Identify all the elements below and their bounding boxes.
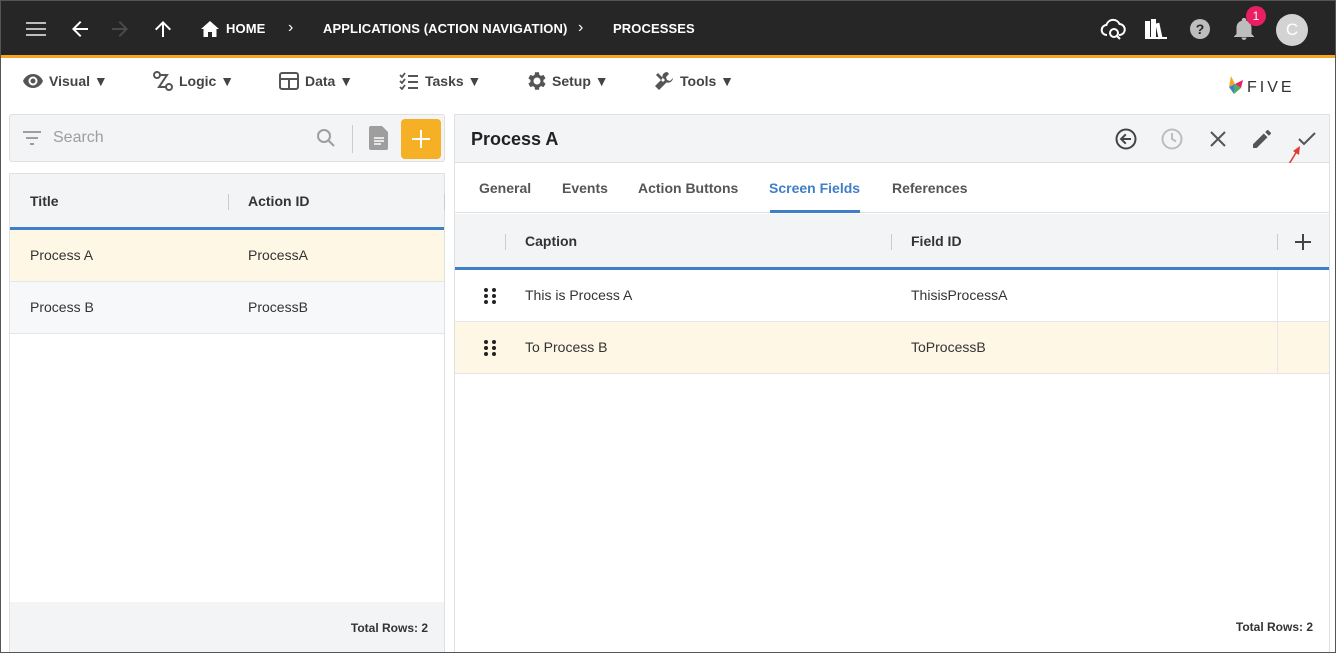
breadcrumb-chevron-icon: ›	[288, 19, 294, 36]
app-window: HOME › APPLICATIONS (ACTION NAVIGATION) …	[0, 0, 1336, 653]
notification-badge: 1	[1246, 6, 1266, 26]
menu-tasks-label: Tasks ▼	[425, 73, 482, 89]
column-divider	[1277, 234, 1278, 250]
page-title: Process A	[471, 129, 559, 149]
row-caption: To Process B	[525, 339, 608, 355]
menu-setup[interactable]: Setup ▼	[526, 66, 609, 96]
search-bar	[9, 114, 445, 162]
column-divider	[444, 194, 445, 210]
logic-flow-icon	[153, 71, 173, 91]
column-header-caption[interactable]: Caption	[525, 233, 577, 249]
total-rows-label: Total Rows: 2	[350, 621, 428, 635]
library-books-icon[interactable]	[1141, 14, 1171, 44]
row-action-id: ProcessA	[248, 247, 308, 263]
tab-action-buttons[interactable]: Action Buttons	[638, 180, 738, 196]
home-icon[interactable]	[195, 14, 225, 44]
filter-icon[interactable]	[22, 130, 42, 151]
search-divider	[352, 125, 353, 153]
checklist-icon	[399, 72, 419, 90]
up-arrow-icon[interactable]	[148, 14, 178, 44]
row-field-id: ThisisProcessA	[911, 287, 1008, 303]
active-tab-indicator	[770, 210, 860, 213]
close-icon[interactable]	[1204, 125, 1232, 153]
drag-handle-icon[interactable]	[482, 286, 498, 306]
table-row[interactable]: Process A ProcessA	[10, 230, 444, 282]
table-row[interactable]: This is Process A ThisisProcessA	[455, 270, 1329, 322]
tab-general[interactable]: General	[479, 180, 531, 196]
menu-logic[interactable]: Logic ▼	[153, 66, 234, 96]
cloud-sync-icon[interactable]	[1098, 14, 1128, 44]
column-divider	[228, 194, 229, 210]
row-title: Process B	[30, 299, 94, 315]
menu-visual-label: Visual ▼	[49, 73, 108, 89]
process-detail-panel: Process A General Events Action Buttons …	[454, 114, 1330, 652]
breadcrumb-home[interactable]: HOME	[226, 21, 265, 36]
screen-fields-header: Caption Field ID	[455, 214, 1329, 270]
breadcrumb-applications[interactable]: APPLICATIONS (ACTION NAVIGATION)	[323, 21, 567, 36]
menu-visual[interactable]: Visual ▼	[23, 66, 108, 96]
table-row[interactable]: To Process B ToProcessB	[455, 322, 1329, 374]
history-clock-icon[interactable]	[1158, 125, 1186, 153]
grid-header: Title Action ID	[10, 174, 445, 230]
column-header-field-id[interactable]: Field ID	[911, 233, 962, 249]
menu-tools[interactable]: Tools ▼	[654, 66, 734, 96]
search-icon[interactable]	[316, 128, 336, 153]
tab-screen-fields[interactable]: Screen Fields	[769, 180, 860, 196]
eye-icon	[23, 74, 43, 88]
table-icon	[279, 72, 299, 90]
menu-tools-label: Tools ▼	[680, 73, 735, 89]
row-title: Process A	[30, 247, 94, 263]
process-list-grid: Title Action ID Process A ProcessA Proce…	[9, 173, 445, 652]
drag-handle-icon[interactable]	[482, 338, 498, 358]
column-divider	[505, 234, 506, 250]
menu-bar: Visual ▼ Logic ▼ Data ▼ Tasks ▼ Setup ▼ …	[1, 58, 1335, 102]
column-divider	[891, 234, 892, 250]
help-icon[interactable]: ?	[1185, 14, 1215, 44]
document-icon[interactable]	[368, 126, 390, 155]
total-rows-label: Total Rows: 2	[1235, 620, 1313, 634]
breadcrumb-chevron-icon: ›	[578, 19, 584, 36]
back-arrow-icon[interactable]	[65, 14, 95, 44]
add-field-plus-icon[interactable]	[1295, 234, 1311, 255]
menu-setup-label: Setup ▼	[552, 73, 609, 89]
table-row[interactable]: Process B ProcessB	[10, 282, 444, 334]
svg-text:?: ?	[1196, 21, 1205, 37]
detail-header: Process A	[455, 115, 1329, 175]
menu-data-label: Data ▼	[305, 73, 354, 89]
top-bar: HOME › APPLICATIONS (ACTION NAVIGATION) …	[1, 1, 1335, 58]
column-header-action-id[interactable]: Action ID	[248, 193, 309, 209]
avatar[interactable]: C	[1276, 14, 1308, 46]
breadcrumb-processes: PROCESSES	[613, 21, 695, 36]
five-logo: FIVE	[1223, 73, 1313, 99]
row-caption: This is Process A	[525, 287, 633, 303]
plus-icon	[412, 130, 430, 148]
row-field-id: ToProcessB	[911, 339, 986, 355]
detail-tabs: General Events Action Buttons Screen Fie…	[455, 163, 1329, 213]
grid-footer: Total Rows: 2	[10, 602, 444, 652]
gear-icon	[526, 71, 546, 91]
hamburger-menu-icon[interactable]	[21, 14, 51, 44]
menu-logic-label: Logic ▼	[179, 73, 235, 89]
forward-arrow-icon[interactable]	[105, 14, 135, 44]
column-divider	[1277, 270, 1278, 374]
back-circle-icon[interactable]	[1112, 125, 1140, 153]
add-record-button[interactable]	[401, 119, 441, 159]
tab-references[interactable]: References	[892, 180, 968, 196]
column-header-title[interactable]: Title	[30, 193, 59, 209]
menu-tasks[interactable]: Tasks ▼	[399, 66, 481, 96]
row-action-id: ProcessB	[248, 299, 308, 315]
search-input[interactable]	[53, 127, 313, 149]
tools-icon	[654, 71, 674, 91]
menu-data[interactable]: Data ▼	[279, 66, 353, 96]
tab-events[interactable]: Events	[562, 180, 608, 196]
logo-text: FIVE	[1247, 79, 1295, 96]
edit-pencil-icon[interactable]	[1248, 125, 1276, 153]
